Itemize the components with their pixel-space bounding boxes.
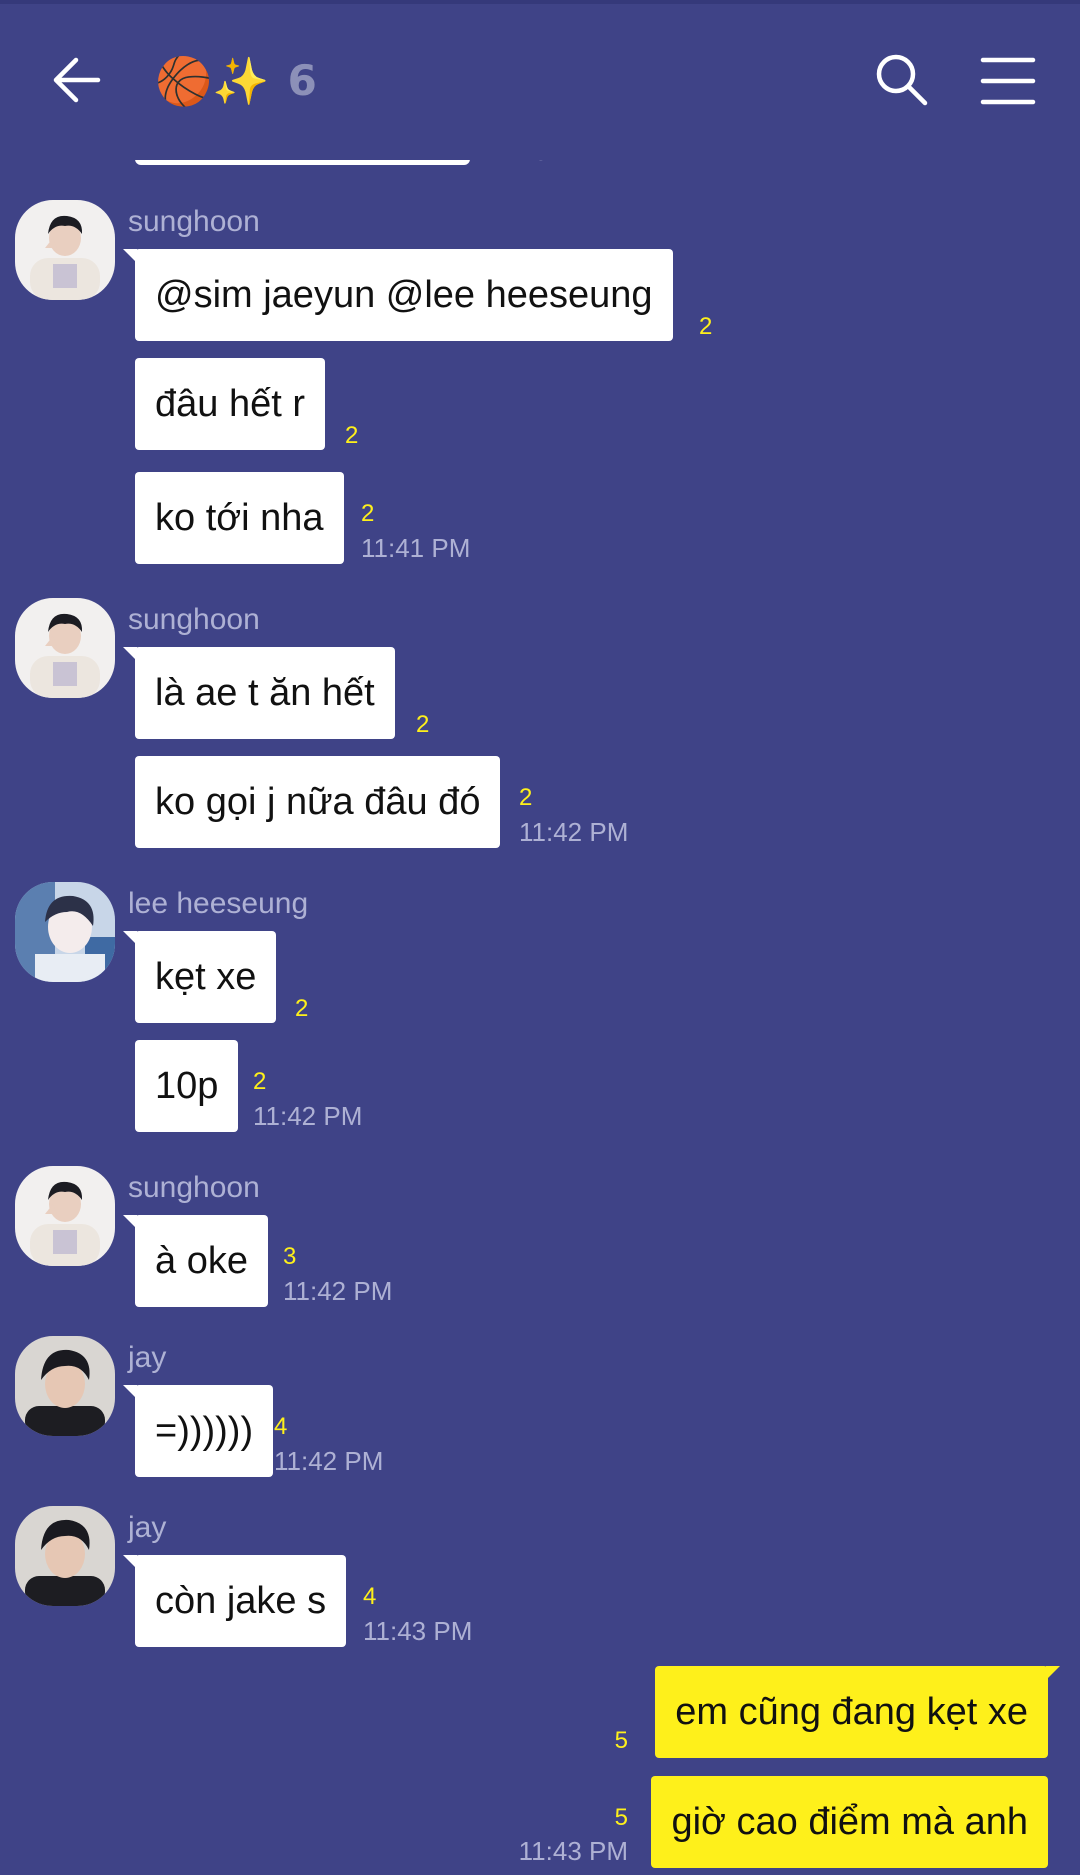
message-bubble[interactable]: kẹt xe (122, 931, 277, 1023)
avatar-photo (15, 598, 115, 698)
back-button[interactable] (48, 50, 104, 110)
sender-name: lee heeseung (128, 887, 309, 920)
arrow-left-icon (53, 57, 101, 103)
message-bubble[interactable]: là ae t ăn hết (123, 647, 395, 739)
chat-title[interactable]: 🏀✨ 6 (155, 46, 317, 116)
search-button[interactable] (874, 52, 930, 108)
unread-count: 2 (699, 313, 713, 340)
unread-count: 2 (416, 711, 430, 738)
avatar-sunghoon[interactable] (15, 200, 115, 300)
unread-count: 2 (519, 784, 533, 811)
sender-name: sunghoon (128, 603, 260, 636)
unread-count: 5 (614, 1727, 628, 1754)
message-time: 11:43 PM (518, 1836, 628, 1866)
unread-count: 2 (295, 995, 309, 1022)
message-time: 11:42 PM (253, 1101, 363, 1131)
avatar-photo (15, 1336, 115, 1436)
unread-count: 2 (361, 500, 375, 527)
message-bubble[interactable]: à oke (123, 1215, 268, 1307)
message-time: 11:42 PM (519, 817, 629, 847)
sender-name: sunghoon (128, 1171, 260, 1204)
message-bubble[interactable]: ko gọi j nữa đâu đó (135, 756, 501, 848)
message-time: 11:43 PM (363, 1616, 473, 1646)
unread-count: 2 (345, 422, 359, 449)
avatar-lee-heeseung[interactable] (15, 882, 115, 982)
message-bubble[interactable]: 10p (135, 1040, 239, 1132)
sender-name: jay (128, 1341, 167, 1374)
avatar-photo (15, 1166, 115, 1266)
status-strip (0, 0, 1080, 4)
message-time: 11:42 PM (283, 1276, 393, 1306)
unread-count: 3 (283, 1243, 297, 1270)
hamburger-menu-icon (980, 57, 1036, 105)
unread-count: 4 (274, 1413, 288, 1440)
sender-name: sunghoon (128, 205, 260, 238)
unread-count: 4 (363, 1583, 377, 1610)
chat-title-emoji: 🏀✨ (155, 54, 270, 108)
message-time: 11:42 PM (274, 1446, 384, 1476)
avatar-sunghoon[interactable] (15, 1166, 115, 1266)
avatar-photo (15, 882, 115, 982)
search-icon (876, 54, 928, 106)
avatar-photo (15, 200, 115, 300)
member-count: 6 (287, 56, 317, 105)
message-bubble[interactable]: đâu hết r (135, 358, 325, 450)
avatar-jay[interactable] (15, 1506, 115, 1606)
avatar-jay[interactable] (15, 1336, 115, 1436)
avatar-sunghoon[interactable] (15, 598, 115, 698)
message-bubble[interactable]: =)))))) (122, 1385, 274, 1477)
unread-count: 2 (253, 1068, 267, 1095)
message-bubble[interactable]: @sim jaeyun @lee heeseung (123, 249, 673, 341)
unread-count: 5 (614, 1804, 628, 1831)
my-message-bubble[interactable]: giờ cao điểm mà anh (651, 1776, 1048, 1868)
message-bubble[interactable]: còn jake s (122, 1555, 347, 1647)
my-message-bubble[interactable]: em cũng đang kẹt xe (655, 1666, 1060, 1758)
message-bubble[interactable]: ko tới nha (135, 472, 344, 564)
menu-button[interactable] (980, 56, 1036, 106)
avatar-photo (15, 1506, 115, 1606)
sender-name: jay (128, 1511, 167, 1544)
message-time: 11:41 PM (361, 533, 471, 563)
chat-header: 🏀✨ 6 (0, 0, 1080, 160)
